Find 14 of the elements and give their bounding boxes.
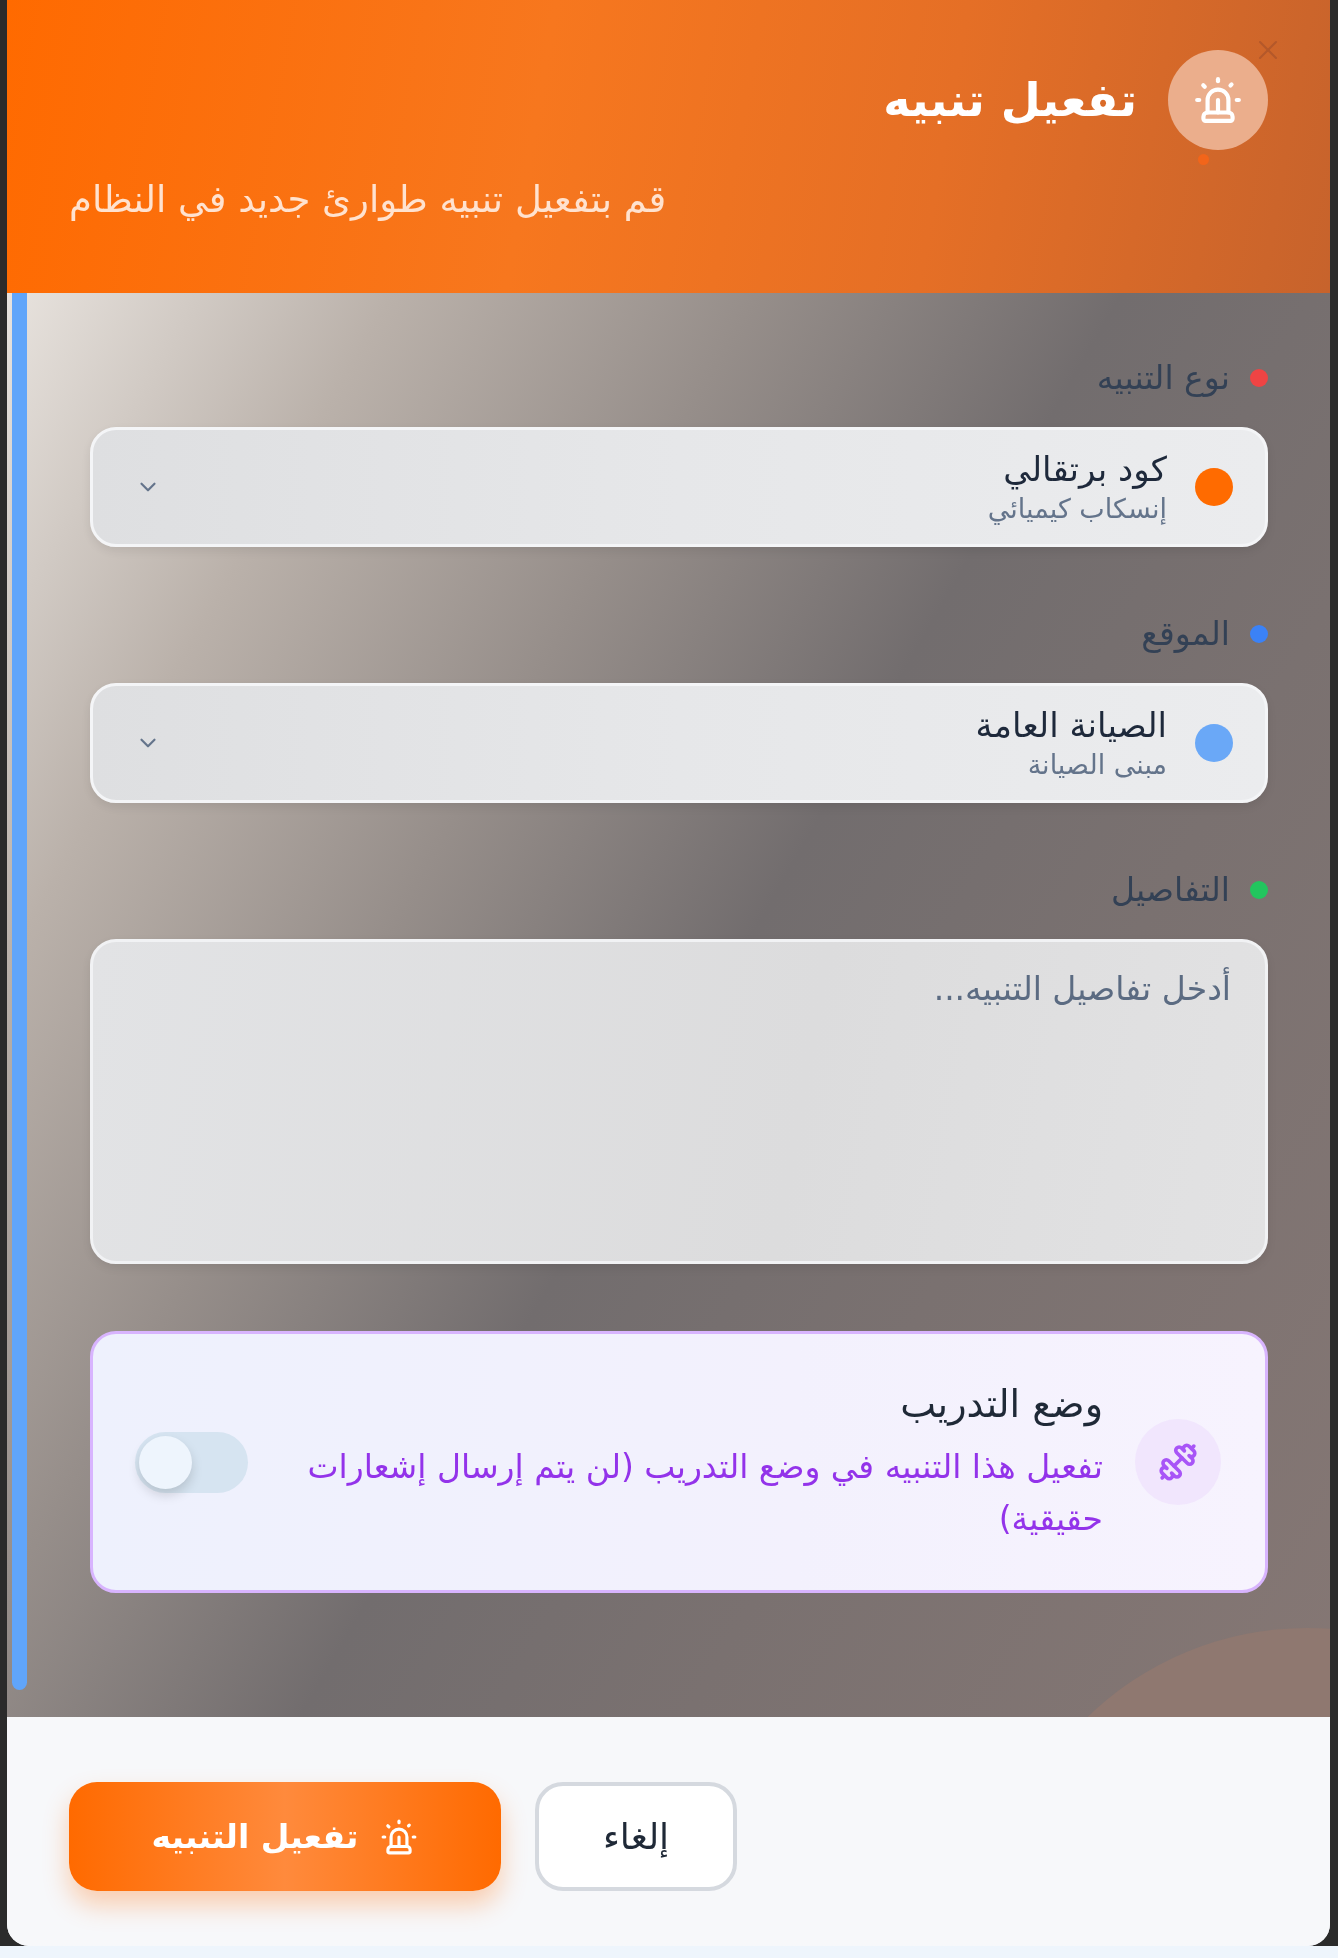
dialog-subtitle: قم بتفعيل تنبيه طوارئ جديد في النظام bbox=[69, 177, 667, 223]
dialog-title: تفعيل تنبيه bbox=[883, 72, 1137, 129]
siren-icon bbox=[380, 1817, 419, 1856]
training-mode-title: وضع التدريب bbox=[899, 1381, 1103, 1429]
dropdown-field[interactable]: الصيانة العامة مبنى الصيانة bbox=[90, 683, 1268, 803]
dropdown-field[interactable]: كود برتقالي إنسكاب كيميائي bbox=[90, 427, 1268, 547]
scrollbar-thumb[interactable] bbox=[12, 293, 27, 1690]
training-mode-description: تفعيل هذا التنبيه في وضع التدريب (لن يتم إرسال إشعارات حقيقية) bbox=[306, 1446, 1103, 1540]
text-area-field[interactable]: أدخل تفاصيل التنبيه... bbox=[90, 939, 1268, 1264]
field-label: الموقع bbox=[1141, 614, 1230, 654]
cancel-button[interactable]: إلغاء bbox=[535, 1782, 737, 1891]
training-mode-toggle[interactable] bbox=[135, 1431, 248, 1493]
field-label: التفاصيل bbox=[1111, 870, 1230, 910]
field-label: نوع التنبيه bbox=[1096, 358, 1230, 398]
